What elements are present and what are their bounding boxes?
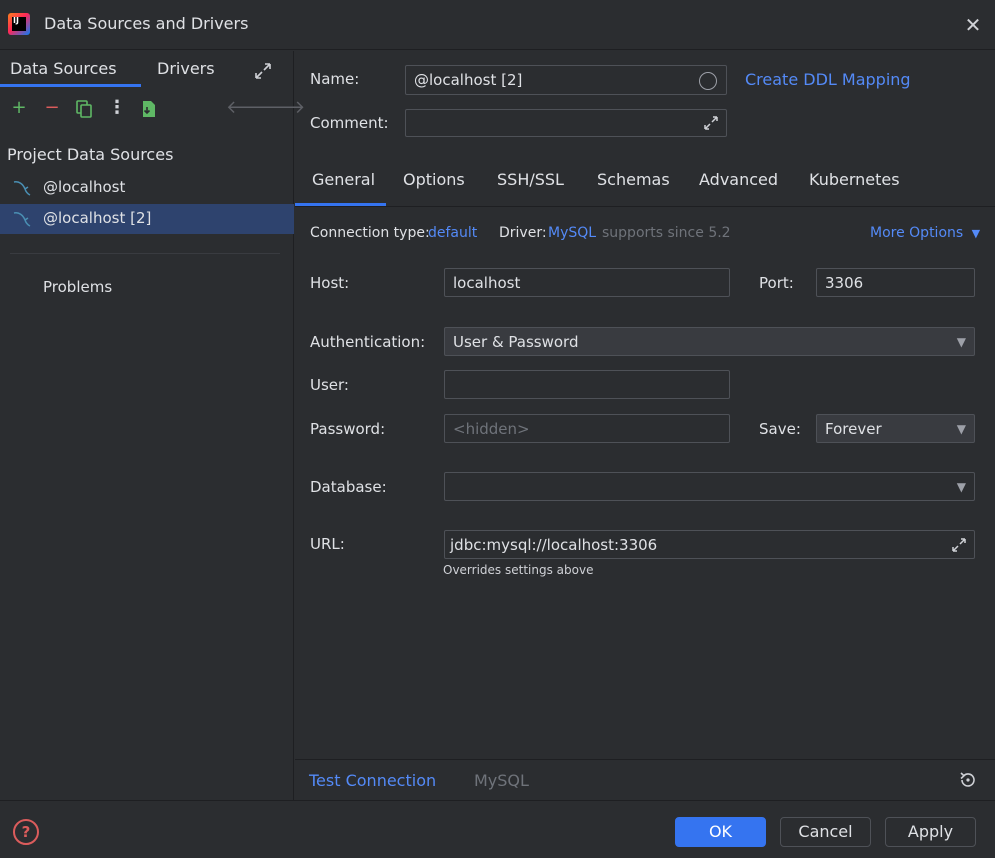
project-data-sources-header: Project Data Sources xyxy=(7,145,174,164)
tab-advanced[interactable]: Advanced xyxy=(699,170,778,189)
mysql-dolphin-icon xyxy=(12,210,32,228)
create-ddl-mapping-link[interactable]: Create DDL Mapping xyxy=(745,70,911,89)
import-file-icon[interactable] xyxy=(139,99,159,119)
settings-tabs: General Options SSH/SSL Schemas Advanced… xyxy=(295,158,995,206)
title-bar: IJ Data Sources and Drivers ✕ xyxy=(0,0,995,50)
problems-item[interactable]: Problems xyxy=(43,278,112,296)
remove-icon[interactable]: − xyxy=(41,97,63,119)
divider xyxy=(10,253,280,254)
color-circle-icon[interactable] xyxy=(699,72,717,90)
more-options-link[interactable]: More Options ▼ xyxy=(870,225,980,241)
password-input[interactable]: <hidden> xyxy=(444,414,730,443)
window-title: Data Sources and Drivers xyxy=(44,14,249,33)
driver-note: supports since 5.2 xyxy=(602,225,731,241)
tab-ssh-ssl[interactable]: SSH/SSL xyxy=(497,170,564,189)
cancel-button[interactable]: Cancel xyxy=(780,817,871,847)
save-select[interactable]: Forever ▼ xyxy=(816,414,975,443)
password-label: Password: xyxy=(310,420,386,438)
save-value: Forever xyxy=(825,419,882,438)
port-value: 3306 xyxy=(825,273,864,292)
datasource-item[interactable]: @localhost xyxy=(0,173,294,203)
datasource-item-selected[interactable]: @localhost [2] xyxy=(0,204,294,234)
copy-icon[interactable] xyxy=(74,99,94,119)
expand-icon[interactable] xyxy=(252,60,274,82)
tab-general[interactable]: General xyxy=(312,170,375,189)
close-icon[interactable]: ✕ xyxy=(960,12,986,38)
comment-label: Comment: xyxy=(310,114,389,132)
connection-type-label: Connection type: xyxy=(310,225,430,241)
add-icon[interactable]: + xyxy=(8,97,30,119)
comment-field[interactable] xyxy=(405,109,727,137)
mysql-dolphin-icon xyxy=(12,179,32,197)
expand-icon[interactable] xyxy=(702,114,720,132)
host-value: localhost xyxy=(453,273,521,292)
tab-schemas[interactable]: Schemas xyxy=(597,170,670,189)
left-pane: Data Sources Drivers + − ⋮ 🡐 🡒 Project D… xyxy=(0,51,305,800)
back-arrow-icon[interactable]: 🡐 xyxy=(226,97,274,119)
test-connection-link[interactable]: Test Connection xyxy=(309,771,436,790)
password-placeholder: <hidden> xyxy=(453,419,530,438)
user-input[interactable] xyxy=(444,370,730,399)
tab-kubernetes[interactable]: Kubernetes xyxy=(809,170,900,189)
host-label: Host: xyxy=(310,274,350,292)
url-hint: Overrides settings above xyxy=(443,563,594,577)
help-icon[interactable]: ? xyxy=(13,819,39,845)
database-label: Database: xyxy=(310,478,387,496)
driver-link[interactable]: MySQL xyxy=(548,225,596,241)
tab-data-sources[interactable]: Data Sources xyxy=(10,59,117,78)
test-connection-bar: Test Connection MySQL xyxy=(295,759,995,800)
datasource-label: @localhost xyxy=(43,178,126,196)
chevron-down-icon: ▼ xyxy=(971,227,981,240)
connection-type-link[interactable]: default xyxy=(428,225,477,241)
expand-icon[interactable] xyxy=(950,536,968,554)
dialog-footer: ? OK Cancel Apply xyxy=(0,800,995,858)
datasource-label: @localhost [2] xyxy=(43,209,152,227)
host-input[interactable]: localhost xyxy=(444,268,730,297)
revert-icon[interactable] xyxy=(958,770,978,790)
chevron-down-icon: ▼ xyxy=(956,334,966,349)
chevron-down-icon: ▼ xyxy=(956,421,966,436)
port-label: Port: xyxy=(759,274,794,292)
tabs-divider xyxy=(295,206,995,207)
driver-label: Driver: xyxy=(499,225,547,241)
chevron-down-icon: ▼ xyxy=(956,479,966,494)
apply-button[interactable]: Apply xyxy=(885,817,976,847)
database-select[interactable]: ▼ xyxy=(444,472,975,501)
authentication-select[interactable]: User & Password ▼ xyxy=(444,327,975,356)
intellij-app-icon: IJ xyxy=(8,13,30,35)
user-label: User: xyxy=(310,376,349,394)
url-label: URL: xyxy=(310,535,345,553)
tab-drivers[interactable]: Drivers xyxy=(157,59,215,78)
url-value: jdbc:mysql://localhost:3306 xyxy=(450,535,658,554)
authentication-label: Authentication: xyxy=(310,333,426,351)
url-input[interactable]: jdbc:mysql://localhost:3306 xyxy=(444,530,975,559)
save-label: Save: xyxy=(759,420,801,438)
name-value: @localhost [2] xyxy=(414,71,523,89)
ok-button[interactable]: OK xyxy=(675,817,766,847)
name-label: Name: xyxy=(310,70,360,88)
authentication-value: User & Password xyxy=(453,332,579,351)
more-options-label: More Options xyxy=(870,225,964,241)
port-input[interactable]: 3306 xyxy=(816,268,975,297)
name-field[interactable]: @localhost [2] xyxy=(405,65,727,95)
more-vertical-icon[interactable]: ⋮ xyxy=(106,97,128,119)
active-tab-underline xyxy=(0,84,141,87)
tab-options[interactable]: Options xyxy=(403,170,465,189)
driver-name-text: MySQL xyxy=(474,771,529,790)
forward-arrow-icon[interactable]: 🡒 xyxy=(257,97,305,119)
